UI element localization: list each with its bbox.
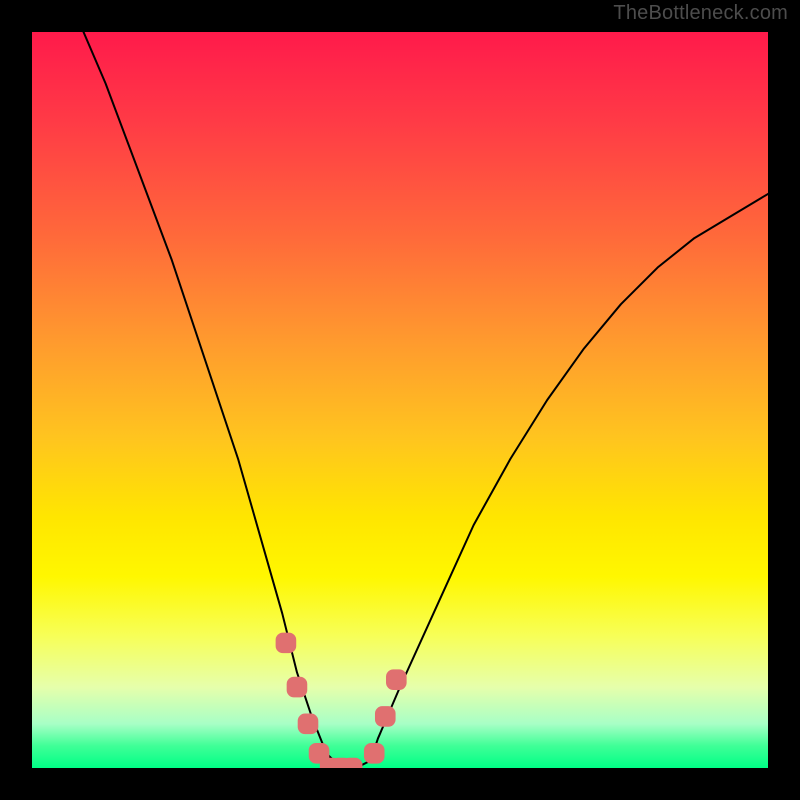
- floor-marker: [375, 706, 396, 727]
- chart-svg: [32, 32, 768, 768]
- floor-marker: [287, 677, 308, 698]
- plot-area: [32, 32, 768, 768]
- floor-marker: [364, 743, 385, 764]
- watermark-text: TheBottleneck.com: [613, 2, 788, 25]
- floor-markers-group: [276, 633, 407, 768]
- floor-marker: [342, 758, 363, 768]
- black-curve-path: [84, 32, 768, 768]
- floor-marker: [276, 633, 297, 654]
- floor-marker: [298, 714, 319, 735]
- floor-marker: [386, 669, 407, 690]
- chart-stage: TheBottleneck.com: [0, 0, 800, 800]
